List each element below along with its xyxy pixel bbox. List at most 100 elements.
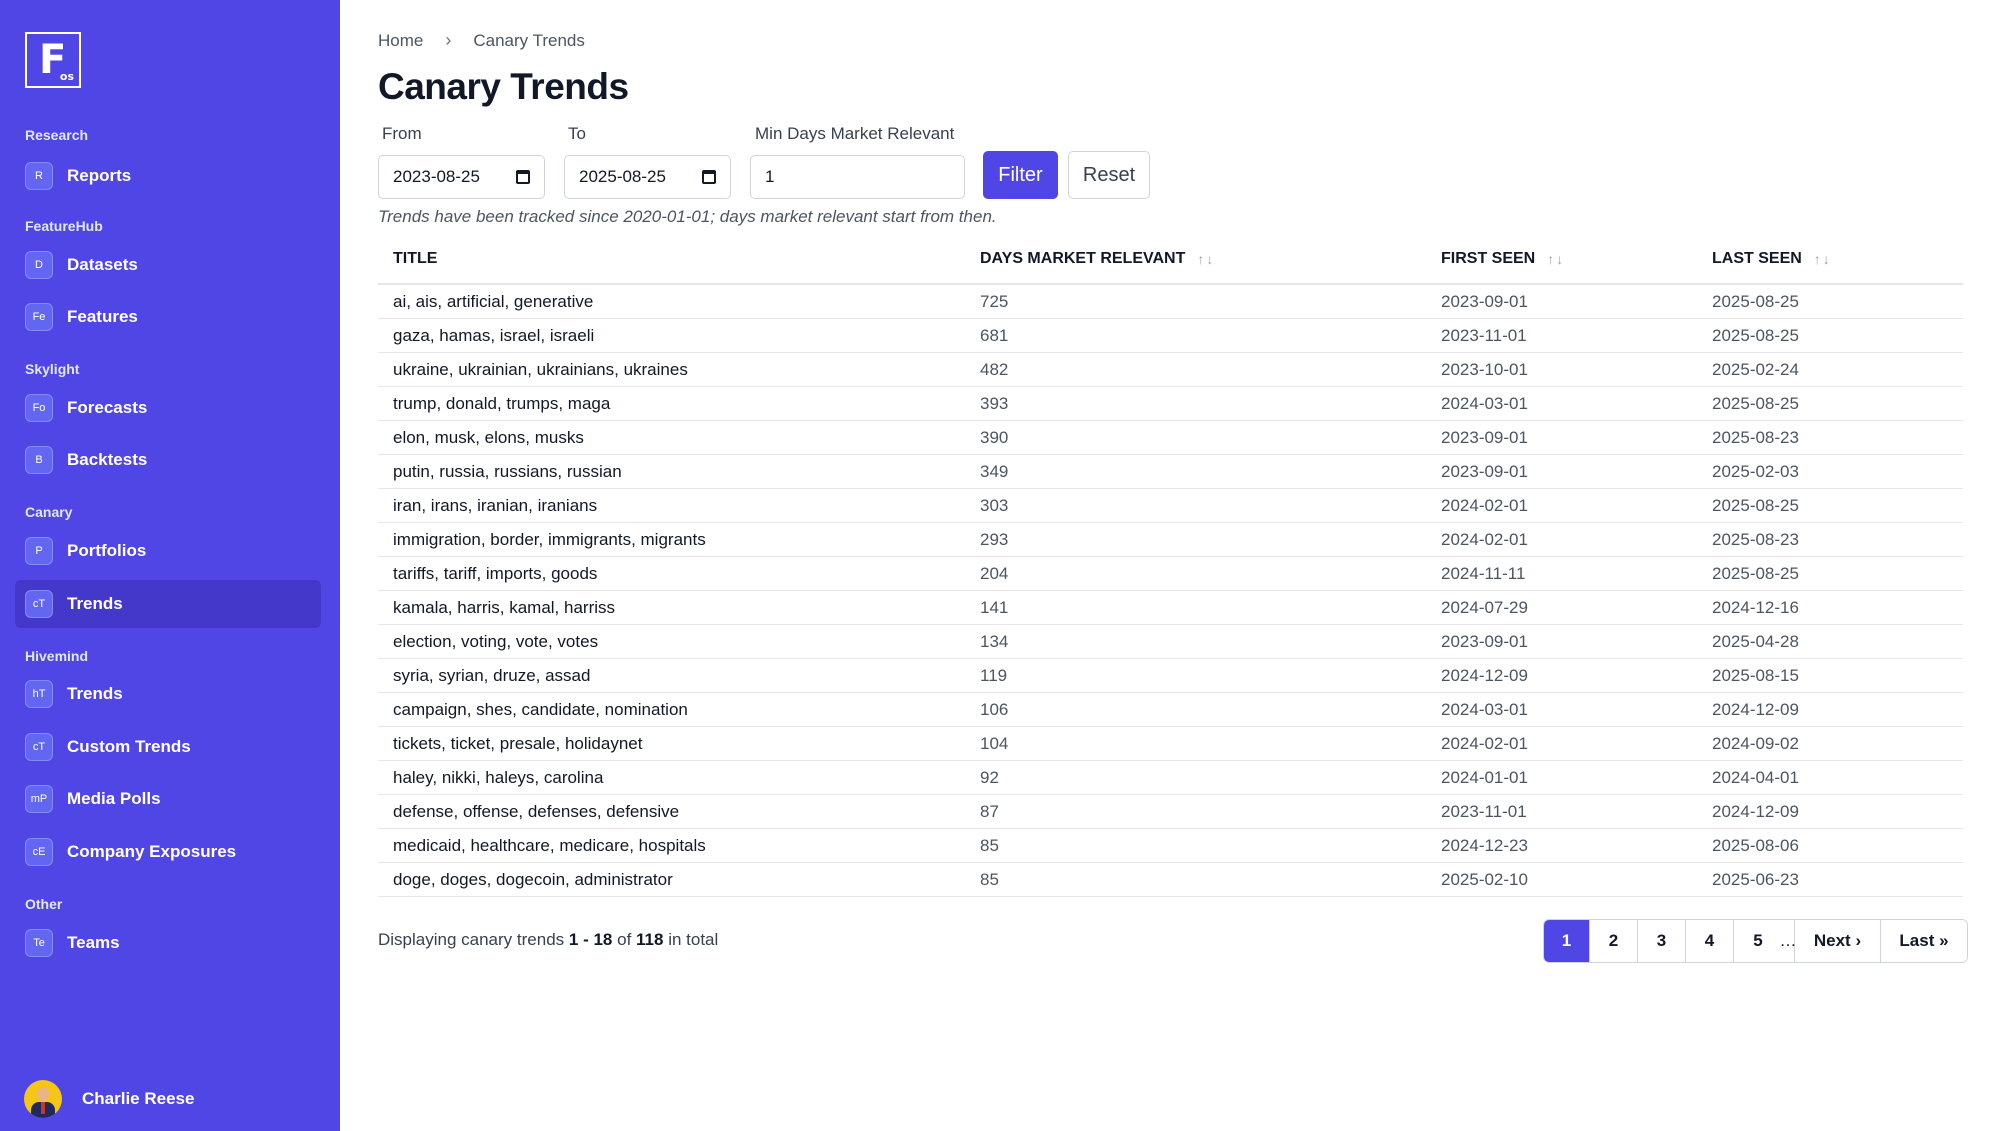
section-label-other: Other — [25, 896, 63, 912]
cell-title: haley, nikki, haleys, carolina — [393, 768, 604, 787]
to-date-input[interactable]: 2025-08-25 — [564, 155, 731, 199]
sidebar-item-teams[interactable]: Te Teams — [15, 919, 321, 967]
sort-icon[interactable]: ↑↓ — [1197, 251, 1215, 267]
chevron-right-icon: › — [445, 30, 452, 50]
cell-title: ai, ais, artificial, generative — [393, 292, 594, 311]
cell-first-seen: 2024-11-11 — [1441, 564, 1526, 583]
cell-title: ukraine, ukrainian, ukrainians, ukraines — [393, 360, 688, 379]
sidebar-item-datasets[interactable]: D Datasets — [15, 241, 321, 289]
table-row[interactable]: ukraine, ukrainian, ukrainians, ukraines… — [378, 353, 1963, 387]
sidebar-item-label: Trends — [67, 594, 123, 613]
sidebar-item-media-polls[interactable]: mP Media Polls — [15, 775, 321, 823]
table-row[interactable]: trump, donald, trumps, maga 393 2024-03-01… — [378, 387, 1963, 421]
cell-days: 681 — [980, 326, 1009, 345]
table-row[interactable]: doge, doges, dogecoin, administrator 85 20… — [378, 863, 1963, 897]
reset-button[interactable]: Reset — [1068, 151, 1150, 199]
cell-last-seen: 2025-08-23 — [1712, 530, 1799, 549]
trends-icon: cT — [25, 590, 53, 618]
table-row[interactable]: tickets, ticket, presale, holidaynet 104 2… — [378, 727, 1963, 761]
sidebar-item-label: Forecasts — [67, 398, 148, 417]
pagination-ellipsis: … — [1780, 920, 1797, 962]
page-title: Canary Trends — [378, 66, 629, 107]
min-days-input[interactable]: 1 — [750, 155, 965, 199]
cell-last-seen: 2025-02-03 — [1712, 462, 1799, 481]
breadcrumb-home[interactable]: Home — [378, 31, 423, 51]
sidebar-item-forecasts[interactable]: Fo Forecasts — [15, 384, 321, 432]
sidebar-item-label: Datasets — [67, 255, 138, 274]
pagination: 1 2 3 4 5 … Next › Last » — [1543, 919, 1968, 963]
table-row[interactable]: campaign, shes, candidate, nomination 106… — [378, 693, 1963, 727]
sidebar-item-canary-trends[interactable]: cT Trends — [15, 580, 321, 628]
cell-first-seen: 2024-02-01 — [1441, 734, 1528, 753]
column-header-first-seen[interactable]: FIRST SEEN ↑↓ — [1441, 233, 1565, 285]
cell-last-seen: 2025-08-23 — [1712, 428, 1799, 447]
tracking-note: Trends have been tracked since 2020-01-0… — [378, 207, 997, 226]
cell-first-seen: 2023-10-01 — [1441, 360, 1528, 379]
page-2-button[interactable]: 2 — [1590, 920, 1638, 962]
table-row[interactable]: gaza, hamas, israel, israeli 681 2023-11-0… — [378, 319, 1963, 353]
cell-days: 104 — [980, 734, 1009, 753]
sidebar-item-backtests[interactable]: B Backtests — [15, 436, 321, 484]
cell-last-seen: 2025-08-25 — [1712, 394, 1799, 413]
cell-first-seen: 2023-09-01 — [1441, 632, 1528, 651]
cell-first-seen: 2024-07-29 — [1441, 598, 1528, 617]
cell-days: 303 — [980, 496, 1009, 515]
sidebar-item-label: Media Polls — [67, 789, 161, 808]
sort-icon[interactable]: ↑↓ — [1814, 251, 1832, 267]
table-row[interactable]: ai, ais, artificial, generative 725 2023-0… — [378, 285, 1963, 319]
page-3-button[interactable]: 3 — [1638, 920, 1686, 962]
table-row[interactable]: defense, offense, defenses, defensive 87 2… — [378, 795, 1963, 829]
cell-first-seen: 2024-12-09 — [1441, 666, 1528, 685]
cell-last-seen: 2025-02-24 — [1712, 360, 1799, 379]
next-page-button[interactable]: Next › — [1795, 920, 1881, 962]
summary-total: 118 — [636, 930, 664, 949]
app-logo[interactable]: F os — [25, 32, 81, 88]
column-header-days[interactable]: DAYS MARKET RELEVANT ↑↓ — [980, 233, 1215, 285]
cell-last-seen: 2025-08-25 — [1712, 326, 1799, 345]
sort-icon[interactable]: ↑↓ — [1547, 251, 1565, 267]
column-header-last-seen[interactable]: LAST SEEN ↑↓ — [1712, 233, 1832, 285]
sidebar-item-company-exposures[interactable]: cE Company Exposures — [15, 828, 321, 876]
table-row[interactable]: medicaid, healthcare, medicare, hospital… — [378, 829, 1963, 863]
cell-first-seen: 2024-01-01 — [1441, 768, 1528, 787]
portfolios-icon: P — [25, 537, 53, 565]
from-date-input[interactable]: 2023-08-25 — [378, 155, 545, 199]
filter-button[interactable]: Filter — [983, 151, 1058, 199]
table-row[interactable]: putin, russia, russians, russian 349 2023-… — [378, 455, 1963, 489]
sidebar-item-custom-trends[interactable]: cT Custom Trends — [15, 723, 321, 771]
table-row[interactable]: iran, irans, iranian, iranians 303 2024-02… — [378, 489, 1963, 523]
table-row[interactable]: election, voting, vote, votes 134 2023-09-… — [378, 625, 1963, 659]
calendar-icon[interactable] — [516, 170, 530, 184]
user-profile[interactable]: Charlie Reese — [24, 1080, 194, 1118]
calendar-icon[interactable] — [702, 170, 716, 184]
sidebar-item-reports[interactable]: R Reports — [15, 152, 321, 200]
cell-days: 92 — [980, 768, 999, 787]
sidebar-item-features[interactable]: Fe Features — [15, 293, 321, 341]
table-row[interactable]: elon, musk, elons, musks 390 2023-09-01 202… — [378, 421, 1963, 455]
sidebar-item-label: Portfolios — [67, 541, 147, 560]
page-1-button[interactable]: 1 — [1544, 920, 1590, 962]
cell-first-seen: 2023-09-01 — [1441, 428, 1528, 447]
table-row[interactable]: immigration, border, immigrants, migrant… — [378, 523, 1963, 557]
table-row[interactable]: syria, syrian, druze, assad 119 2024-12-09… — [378, 659, 1963, 693]
sidebar-item-label: Reports — [67, 166, 132, 185]
cell-first-seen: 2025-02-10 — [1441, 870, 1528, 889]
cell-first-seen: 2023-11-01 — [1441, 326, 1527, 345]
table-row[interactable]: kamala, harris, kamal, harriss 141 2024-07… — [378, 591, 1963, 625]
table-row[interactable]: tariffs, tariff, imports, goods 204 2024-1… — [378, 557, 1963, 591]
cell-last-seen: 2025-08-06 — [1712, 836, 1799, 855]
section-label-canary: Canary — [25, 504, 73, 520]
cell-last-seen: 2024-04-01 — [1712, 768, 1799, 787]
sidebar-item-hivemind-trends[interactable]: hT Trends — [15, 670, 321, 718]
sidebar: F os Research R Reports FeatureHub D Dat… — [0, 0, 340, 1131]
last-page-button[interactable]: Last » — [1881, 920, 1967, 962]
table-row[interactable]: haley, nikki, haleys, carolina 92 2024-01-… — [378, 761, 1963, 795]
cell-days: 293 — [980, 530, 1009, 549]
page-4-button[interactable]: 4 — [1686, 920, 1734, 962]
cell-title: immigration, border, immigrants, migrant… — [393, 530, 706, 549]
sidebar-item-label: Teams — [67, 933, 120, 952]
cell-first-seen: 2024-12-23 — [1441, 836, 1528, 855]
sidebar-item-portfolios[interactable]: P Portfolios — [15, 527, 321, 575]
cell-first-seen: 2023-09-01 — [1441, 292, 1528, 311]
page-5-button[interactable]: 5 — [1734, 920, 1782, 962]
